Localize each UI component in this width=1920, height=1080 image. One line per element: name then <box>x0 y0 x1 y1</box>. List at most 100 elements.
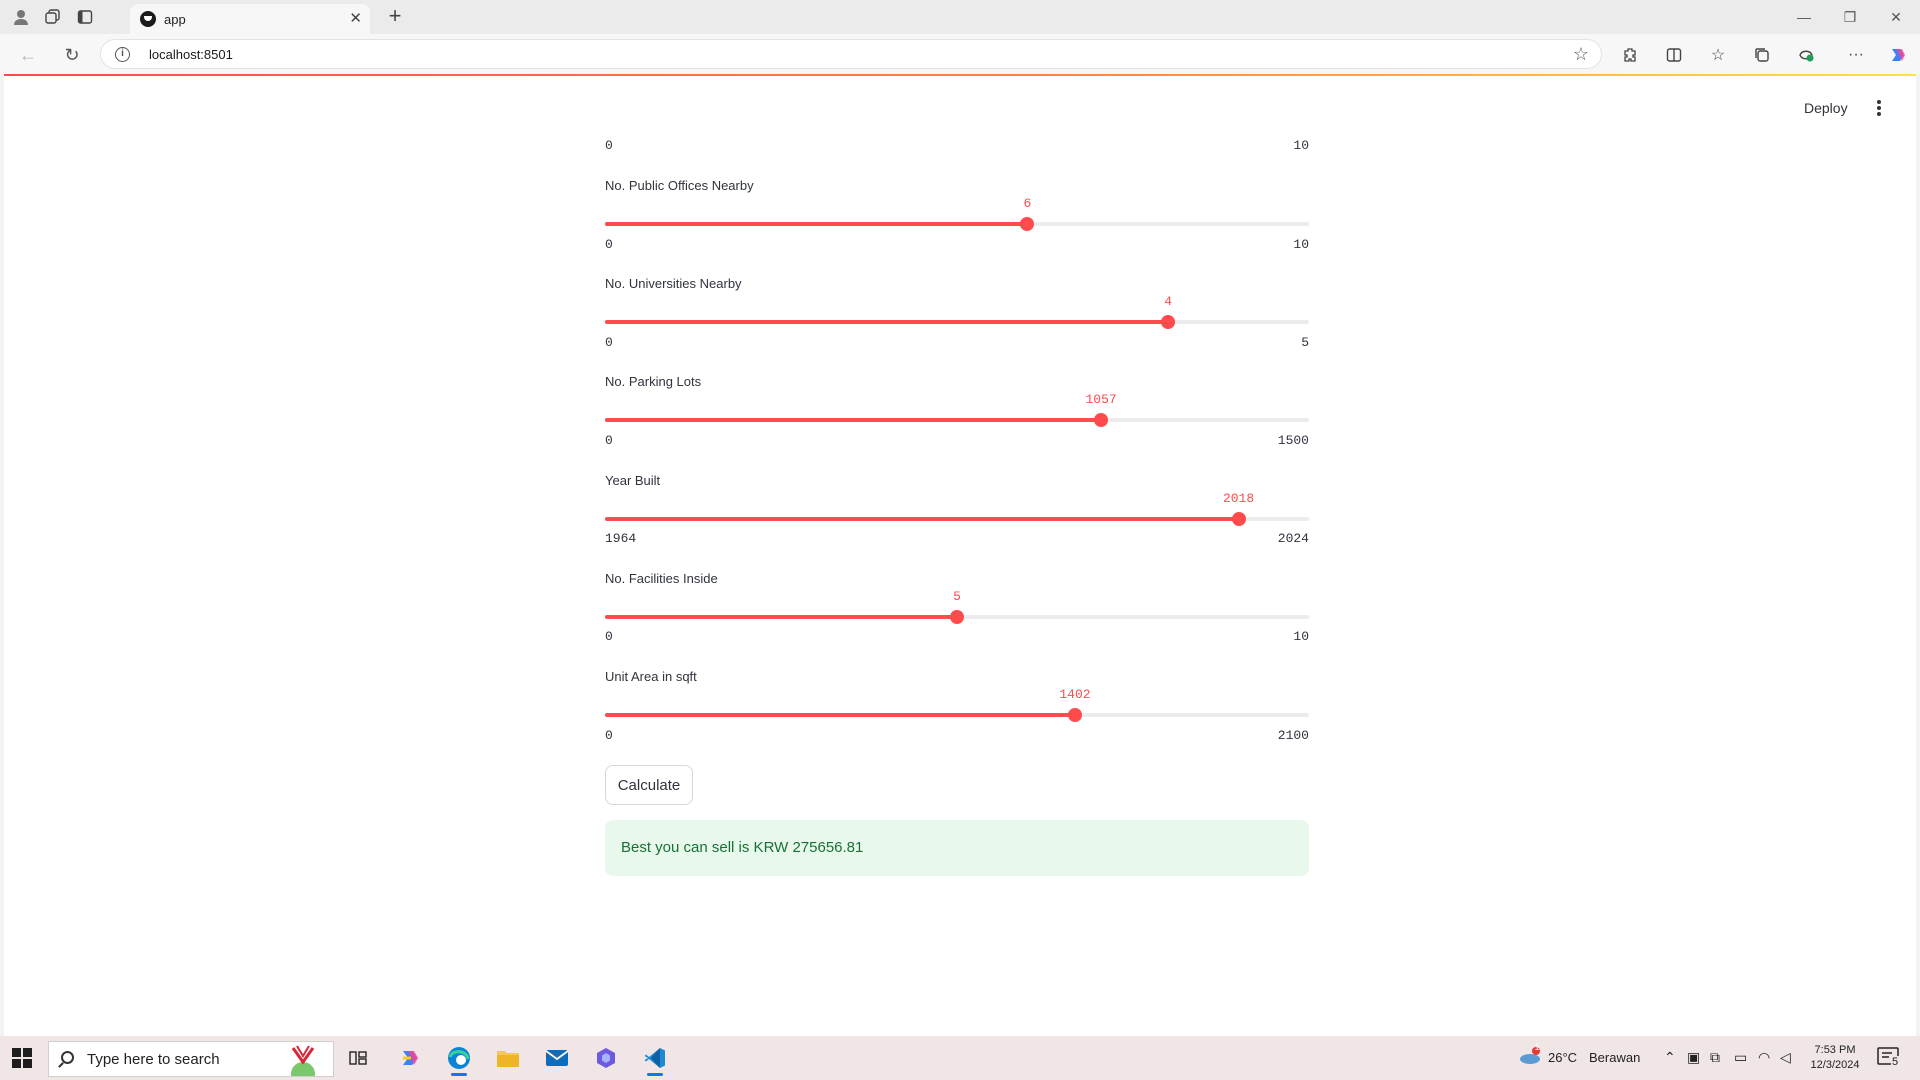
clock-time: 7:53 PM <box>1814 1044 1856 1056</box>
url-text: localhost:8501 <box>149 47 233 62</box>
parking-lots-label: No. Parking Lots <box>605 374 702 389</box>
windows-taskbar: Type here to search 1 26°C Berawan ⌃ ▣ ⧉… <box>0 1036 1920 1080</box>
wifi-icon[interactable]: ◠ <box>1758 1049 1770 1066</box>
new-tab-icon[interactable]: + <box>382 4 408 30</box>
slider-value: 5 <box>953 589 961 604</box>
mail-icon[interactable] <box>539 1040 575 1076</box>
slider-min: 0 <box>605 629 613 644</box>
more-options-icon[interactable]: ··· <box>1842 41 1870 69</box>
vscode-icon[interactable] <box>637 1040 673 1076</box>
slider-value: 2018 <box>1222 491 1255 506</box>
partial-slider-scale: 0 10 <box>605 138 1309 154</box>
copilot-icon[interactable] <box>1884 41 1912 69</box>
tab-title: app <box>164 12 186 27</box>
favorite-star-icon[interactable]: ☆ <box>1573 44 1589 65</box>
slider-min: 0 <box>605 138 613 153</box>
slider-value: 6 <box>1023 196 1032 211</box>
search-icon <box>61 1051 74 1064</box>
slider-fill <box>605 615 957 619</box>
meet-icon[interactable]: ▣ <box>1687 1049 1700 1066</box>
battery-icon[interactable]: ▭ <box>1734 1049 1747 1066</box>
copilot-pwa-icon[interactable] <box>588 1040 624 1076</box>
streamlit-favicon-icon <box>140 11 156 27</box>
slider-max: 2024 <box>1277 531 1309 546</box>
slider-min: 0 <box>605 433 613 448</box>
slider-thumb[interactable] <box>1094 413 1109 427</box>
slider-max: 2100 <box>1277 728 1309 743</box>
app-page: Deploy 0 10 No. Public Offices Nearby 6 … <box>4 74 1916 1036</box>
split-screen-icon[interactable] <box>1660 41 1688 69</box>
slider-fill <box>605 517 1239 521</box>
site-info-icon[interactable]: i <box>115 47 130 62</box>
search-highlight-icon <box>291 1045 315 1076</box>
slider-thumb[interactable] <box>1067 708 1082 722</box>
slider-value: 1402 <box>1059 687 1091 702</box>
display-icon[interactable]: ⧉ <box>1710 1049 1720 1066</box>
universities-label: No. Universities Nearby <box>605 276 742 291</box>
slider-fill <box>605 713 1075 717</box>
profile-icon[interactable] <box>8 4 34 30</box>
year-built-scale: 1964 2024 <box>605 531 1309 547</box>
refresh-icon[interactable]: ↻ <box>58 41 86 69</box>
slider-max: 10 <box>1293 629 1309 644</box>
slider-min: 0 <box>605 237 613 252</box>
year-built-slider[interactable]: 2018 <box>605 491 1309 526</box>
weather-text[interactable]: Berawan <box>1589 1050 1640 1065</box>
slider-min: 0 <box>605 335 613 350</box>
taskbar-search-box[interactable]: Type here to search <box>48 1041 334 1077</box>
result-alert: Best you can sell is KRW 275656.81 <box>605 820 1309 876</box>
slider-thumb[interactable] <box>1020 217 1035 231</box>
vertical-tabs-icon[interactable] <box>72 4 98 30</box>
slider-max: 5 <box>1301 335 1309 350</box>
show-hidden-icons-icon[interactable]: ⌃ <box>1664 1049 1676 1066</box>
browser-essentials-icon[interactable] <box>1792 41 1820 69</box>
slider-fill <box>605 418 1102 422</box>
year-built-label: Year Built <box>605 473 661 488</box>
restore-icon[interactable]: ❐ <box>1830 4 1870 30</box>
task-view-icon[interactable] <box>340 1040 376 1076</box>
unit-area-scale: 0 2100 <box>605 728 1309 744</box>
slider-thumb[interactable] <box>950 610 964 624</box>
slider-value: 1057 <box>1085 392 1117 407</box>
slider-fill <box>605 222 1028 226</box>
copilot-app-icon[interactable] <box>392 1040 428 1076</box>
facilities-slider[interactable]: 5 <box>605 589 1309 624</box>
result-text: Best you can sell is KRW 275656.81 <box>621 839 864 856</box>
favorites-icon[interactable]: ☆ <box>1704 41 1732 69</box>
public-offices-label: No. Public Offices Nearby <box>605 178 754 193</box>
calculate-button[interactable]: Calculate <box>605 765 693 805</box>
file-explorer-icon[interactable] <box>490 1040 526 1076</box>
main-content: 0 10 No. Public Offices Nearby 6 0 10 No… <box>605 74 1309 1036</box>
facilities-label: No. Facilities Inside <box>605 571 718 586</box>
url-input[interactable]: i localhost:8501 ☆ <box>100 39 1602 69</box>
workspaces-icon[interactable] <box>40 4 66 30</box>
slider-max: 1500 <box>1277 433 1309 448</box>
close-window-icon[interactable]: ✕ <box>1876 4 1916 30</box>
edge-browser-icon[interactable] <box>441 1040 477 1076</box>
deploy-button[interactable]: Deploy <box>1804 100 1848 116</box>
parking-lots-slider[interactable]: 1057 <box>605 392 1309 427</box>
volume-muted-icon[interactable]: ◁ <box>1780 1049 1791 1066</box>
slider-max: 10 <box>1293 237 1309 252</box>
search-placeholder: Type here to search <box>87 1051 220 1068</box>
universities-slider[interactable]: 4 <box>605 294 1309 329</box>
minimize-icon[interactable]: — <box>1784 4 1824 30</box>
windows-start-icon[interactable] <box>12 1048 32 1068</box>
active-tab[interactable]: app ✕ <box>130 4 370 34</box>
temperature-text[interactable]: 26°C <box>1548 1050 1577 1065</box>
slider-max: 10 <box>1293 138 1309 153</box>
tab-close-icon[interactable]: ✕ <box>349 9 362 27</box>
back-icon[interactable]: ← <box>14 41 42 69</box>
public-offices-slider[interactable]: 6 <box>605 196 1309 231</box>
notification-count: 5 <box>1891 1056 1900 1068</box>
extensions-icon[interactable] <box>1616 41 1644 69</box>
collections-icon[interactable] <box>1748 41 1776 69</box>
slider-value: 4 <box>1164 294 1173 309</box>
system-clock[interactable]: 7:53 PM 12/3/2024 <box>1808 1043 1862 1073</box>
unit-area-slider[interactable]: 1402 <box>605 687 1309 722</box>
slider-min: 0 <box>605 728 613 743</box>
slider-thumb[interactable] <box>1161 315 1176 329</box>
main-menu-icon[interactable] <box>1872 98 1886 118</box>
slider-thumb[interactable] <box>1231 512 1246 526</box>
browser-tab-bar: app ✕ + — ❐ ✕ <box>0 0 1920 34</box>
